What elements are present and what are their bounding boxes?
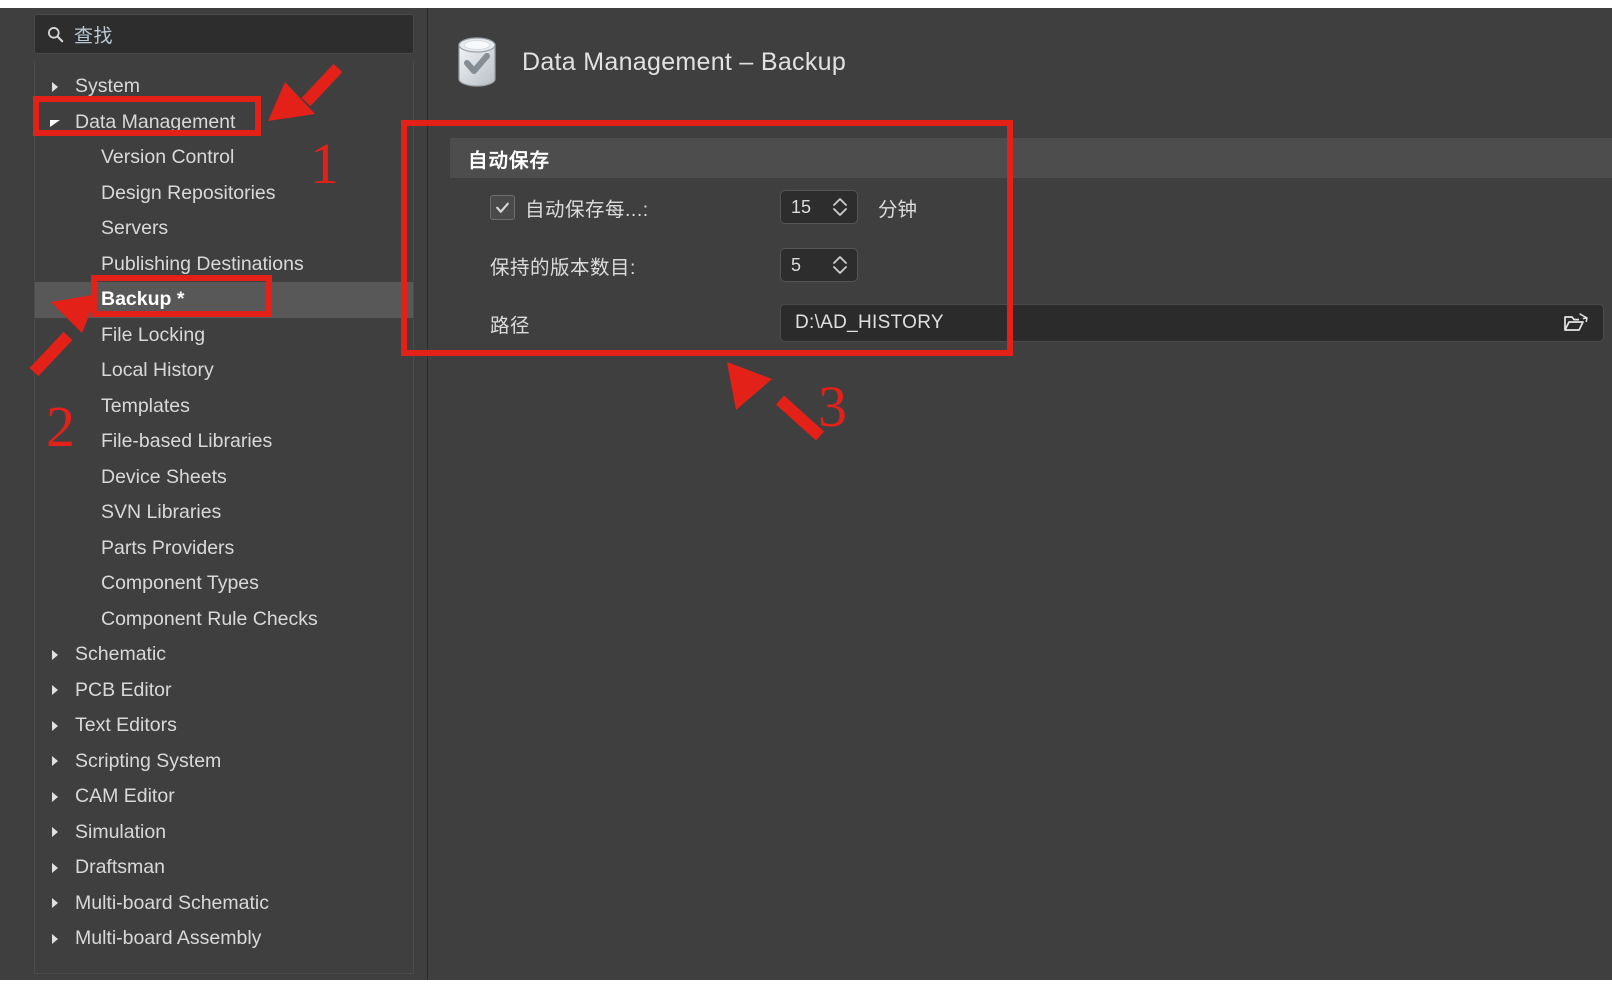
sidebar-item-servers[interactable]: Servers <box>35 211 413 247</box>
page-header: Data Management – Backup <box>428 8 1612 116</box>
sidebar-item-label: Templates <box>101 394 190 417</box>
autosave-interval-value: 15 <box>791 196 812 217</box>
backup-path-input[interactable]: D:\AD_HISTORY <box>780 304 1604 342</box>
chevron-right-icon <box>52 81 58 92</box>
sidebar-item-label: PCB Editor <box>75 678 172 701</box>
chevron-right-icon <box>52 649 58 660</box>
sidebar-item-label: Multi-board Schematic <box>75 891 269 914</box>
versions-kept-value: 5 <box>791 254 802 275</box>
sidebar-item-backup[interactable]: Backup * <box>35 282 413 318</box>
autosave-interval-row: 自动保存每...: 15 分钟 <box>450 178 1612 236</box>
sidebar-item-templates[interactable]: Templates <box>35 389 413 425</box>
search-icon <box>48 26 64 42</box>
chevron-right-icon <box>52 898 58 909</box>
page-title: Data Management – Backup <box>522 47 847 76</box>
sidebar-item-publishing-destinations[interactable]: Publishing Destinations <box>35 247 413 283</box>
stepper-arrows-icon[interactable] <box>829 252 851 278</box>
sidebar-item-multi-board-assembly[interactable]: Multi-board Assembly <box>35 921 413 957</box>
sidebar-item-pcb-editor[interactable]: PCB Editor <box>35 673 413 709</box>
folder-open-icon[interactable] <box>1563 312 1589 334</box>
sidebar-item-design-repositories[interactable]: Design Repositories <box>35 176 413 212</box>
sidebar-item-scripting-system[interactable]: Scripting System <box>35 744 413 780</box>
sidebar-item-label: Publishing Destinations <box>101 252 304 275</box>
versions-kept-row: 保持的版本数目: 5 <box>450 236 1612 294</box>
chevron-right-icon <box>52 685 58 696</box>
chevron-right-icon <box>52 756 58 767</box>
section-title: 自动保存 <box>468 149 551 172</box>
autosave-checkbox-label: 自动保存每...: <box>525 198 649 221</box>
backup-path-label: 路径 <box>490 314 531 337</box>
chevron-right-icon <box>52 827 58 838</box>
sidebar-item-system[interactable]: System <box>35 69 413 105</box>
sidebar-item-label: Design Repositories <box>101 181 276 204</box>
versions-kept-label: 保持的版本数目: <box>490 256 636 279</box>
sidebar-item-label: Data Management <box>75 110 236 133</box>
stepper-arrows-icon[interactable] <box>829 194 851 220</box>
sidebar-item-cam-editor[interactable]: CAM Editor <box>35 779 413 815</box>
sidebar-item-label: Text Editors <box>75 714 177 737</box>
preferences-sidebar: 查找 System Data Management Version Control D… <box>0 8 428 980</box>
chevron-right-icon <box>52 933 58 944</box>
sidebar-item-version-control[interactable]: Version Control <box>35 140 413 176</box>
sidebar-item-file-locking[interactable]: File Locking <box>35 318 413 354</box>
sidebar-item-file-based-libraries[interactable]: File-based Libraries <box>35 424 413 460</box>
sidebar-item-label: Component Types <box>101 572 259 595</box>
sidebar-item-label: Device Sheets <box>101 465 227 488</box>
sidebar-item-simulation[interactable]: Simulation <box>35 815 413 851</box>
search-placeholder: 查找 <box>74 25 114 47</box>
sidebar-item-multi-board-schematic[interactable]: Multi-board Schematic <box>35 886 413 922</box>
sidebar-item-parts-providers[interactable]: Parts Providers <box>35 531 413 567</box>
sidebar-item-local-history[interactable]: Local History <box>35 353 413 389</box>
sidebar-item-label: Scripting System <box>75 749 222 772</box>
search-input[interactable]: 查找 <box>34 14 414 54</box>
autosave-interval-stepper[interactable]: 15 <box>780 190 858 224</box>
screenshot-root: 查找 System Data Management Version Control D… <box>0 0 1612 988</box>
settings-tree[interactable]: System Data Management Version Control Desi… <box>34 62 414 974</box>
sidebar-item-svn-libraries[interactable]: SVN Libraries <box>35 495 413 531</box>
chevron-right-icon <box>52 791 58 802</box>
versions-kept-stepper[interactable]: 5 <box>780 248 858 282</box>
sidebar-item-label: Backup * <box>101 288 185 311</box>
checkmark-icon <box>496 202 509 213</box>
chevron-right-icon <box>52 862 58 873</box>
sidebar-item-label: Servers <box>101 217 169 240</box>
sidebar-item-label: Parts Providers <box>101 536 235 559</box>
sidebar-item-label: Multi-board Assembly <box>75 927 262 950</box>
autosave-form: 自动保存每...: 15 分钟 保持的版本数目: 5 路径 D:\AD_HIST… <box>450 178 1612 352</box>
sidebar-item-data-management[interactable]: Data Management <box>35 105 413 141</box>
backup-path-value: D:\AD_HISTORY <box>795 312 944 333</box>
sidebar-item-label: Simulation <box>75 820 167 843</box>
chevron-right-icon <box>52 720 58 731</box>
chevron-down-icon <box>50 120 60 128</box>
sidebar-item-label: Local History <box>101 359 214 382</box>
sidebar-item-text-editors[interactable]: Text Editors <box>35 708 413 744</box>
database-check-icon <box>458 37 496 87</box>
autosave-interval-unit: 分钟 <box>878 198 918 221</box>
sidebar-item-component-rule-checks[interactable]: Component Rule Checks <box>35 602 413 638</box>
backup-path-row: 路径 D:\AD_HISTORY <box>450 294 1612 352</box>
sidebar-item-label: Schematic <box>75 643 167 666</box>
settings-content-pane: Data Management – Backup 自动保存 自动保存每...: … <box>428 8 1612 980</box>
sidebar-item-schematic[interactable]: Schematic <box>35 637 413 673</box>
sidebar-item-label: Draftsman <box>75 856 165 879</box>
autosave-checkbox[interactable] <box>490 194 515 220</box>
sidebar-item-label: Component Rule Checks <box>101 607 318 630</box>
section-header-autosave: 自动保存 <box>450 138 1612 178</box>
sidebar-item-label: File Locking <box>101 323 206 346</box>
sidebar-item-label: SVN Libraries <box>101 501 222 524</box>
sidebar-item-draftsman[interactable]: Draftsman <box>35 850 413 886</box>
sidebar-item-label: File-based Libraries <box>101 430 273 453</box>
sidebar-item-label: Version Control <box>101 146 235 169</box>
sidebar-item-device-sheets[interactable]: Device Sheets <box>35 460 413 496</box>
preferences-dialog: 查找 System Data Management Version Control D… <box>0 8 1612 980</box>
sidebar-item-component-types[interactable]: Component Types <box>35 566 413 602</box>
sidebar-item-label: CAM Editor <box>75 785 175 808</box>
sidebar-item-label: System <box>75 75 141 98</box>
